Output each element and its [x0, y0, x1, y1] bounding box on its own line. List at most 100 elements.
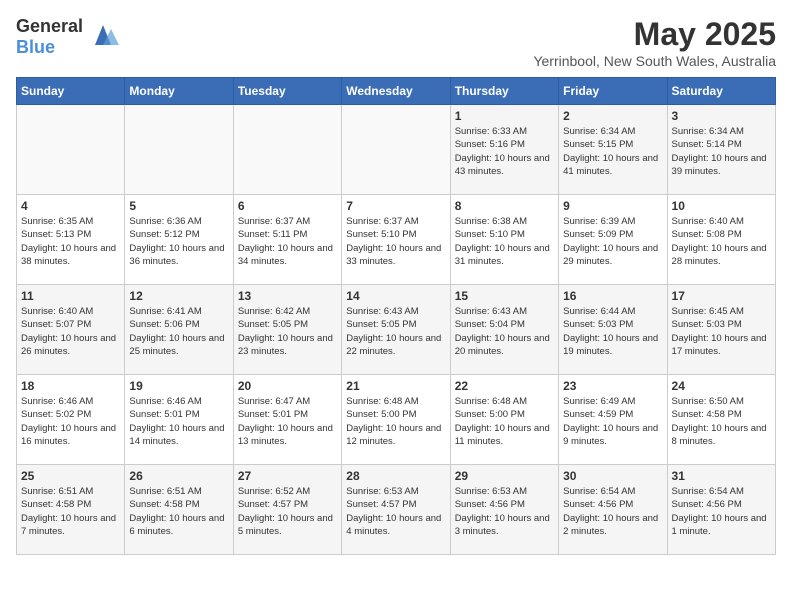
day-number: 31 [672, 469, 771, 483]
calendar-cell: 27 Sunrise: 6:52 AM Sunset: 4:57 PM Dayli… [233, 465, 341, 555]
day-number: 26 [129, 469, 228, 483]
calendar-cell: 8Sunrise: 6:38 AM Sunset: 5:10 PM Daylig… [450, 195, 558, 285]
day-info: Sunrise: 6:54 AM Sunset: 4:56 PM Dayligh… [672, 485, 771, 538]
day-info: Sunrise: 6:42 AM Sunset: 5:05 PM Dayligh… [238, 305, 337, 358]
day-info: Sunrise: 6:40 AM Sunset: 5:08 PM Dayligh… [672, 215, 771, 268]
calendar-cell: 11 Sunrise: 6:40 AM Sunset: 5:07 PM Dayli… [17, 285, 125, 375]
day-number: 16 [563, 289, 662, 303]
calendar-cell: 5Sunrise: 6:36 AM Sunset: 5:12 PM Daylig… [125, 195, 233, 285]
calendar-header: SundayMondayTuesdayWednesdayThursdayFrid… [17, 78, 776, 105]
day-info: Sunrise: 6:36 AM Sunset: 5:12 PM Dayligh… [129, 215, 228, 268]
day-number: 22 [455, 379, 554, 393]
calendar-cell: 22 Sunrise: 6:48 AM Sunset: 5:00 PM Dayli… [450, 375, 558, 465]
day-number: 3 [672, 109, 771, 123]
calendar-cell: 3 Sunrise: 6:34 AM Sunset: 5:14 PM Daylig… [667, 105, 775, 195]
calendar-cell: 29Sunrise: 6:53 AM Sunset: 4:56 PM Dayli… [450, 465, 558, 555]
day-info: Sunrise: 6:48 AM Sunset: 5:00 PM Dayligh… [346, 395, 445, 448]
day-number: 1 [455, 109, 554, 123]
calendar-cell: 19 Sunrise: 6:46 AM Sunset: 5:01 PM Dayli… [125, 375, 233, 465]
day-info: Sunrise: 6:37 AM Sunset: 5:11 PM Dayligh… [238, 215, 337, 268]
calendar-cell: 2Sunrise: 6:34 AM Sunset: 5:15 PM Daylig… [559, 105, 667, 195]
day-number: 2 [563, 109, 662, 123]
calendar-week-5: 25Sunrise: 6:51 AM Sunset: 4:58 PM Dayli… [17, 465, 776, 555]
location-subtitle: Yerrinbool, New South Wales, Australia [533, 53, 776, 69]
day-info: Sunrise: 6:39 AM Sunset: 5:09 PM Dayligh… [563, 215, 662, 268]
day-info: Sunrise: 6:34 AM Sunset: 5:14 PM Dayligh… [672, 125, 771, 178]
logo-text: General Blue [16, 16, 83, 58]
header-tuesday: Tuesday [233, 78, 341, 105]
header-row: SundayMondayTuesdayWednesdayThursdayFrid… [17, 78, 776, 105]
day-number: 9 [563, 199, 662, 213]
day-info: Sunrise: 6:51 AM Sunset: 4:58 PM Dayligh… [21, 485, 120, 538]
header-thursday: Thursday [450, 78, 558, 105]
header-sunday: Sunday [17, 78, 125, 105]
day-info: Sunrise: 6:46 AM Sunset: 5:01 PM Dayligh… [129, 395, 228, 448]
day-number: 7 [346, 199, 445, 213]
day-info: Sunrise: 6:53 AM Sunset: 4:57 PM Dayligh… [346, 485, 445, 538]
day-info: Sunrise: 6:41 AM Sunset: 5:06 PM Dayligh… [129, 305, 228, 358]
day-number: 28 [346, 469, 445, 483]
calendar-cell: 30Sunrise: 6:54 AM Sunset: 4:56 PM Dayli… [559, 465, 667, 555]
calendar-cell: 25Sunrise: 6:51 AM Sunset: 4:58 PM Dayli… [17, 465, 125, 555]
calendar-cell: 31 Sunrise: 6:54 AM Sunset: 4:56 PM Dayli… [667, 465, 775, 555]
day-info: Sunrise: 6:43 AM Sunset: 5:04 PM Dayligh… [455, 305, 554, 358]
logo: General Blue [16, 16, 119, 58]
calendar-cell: 13 Sunrise: 6:42 AM Sunset: 5:05 PM Dayli… [233, 285, 341, 375]
day-info: Sunrise: 6:40 AM Sunset: 5:07 PM Dayligh… [21, 305, 120, 358]
calendar-cell: 10 Sunrise: 6:40 AM Sunset: 5:08 PM Dayli… [667, 195, 775, 285]
day-info: Sunrise: 6:52 AM Sunset: 4:57 PM Dayligh… [238, 485, 337, 538]
header-wednesday: Wednesday [342, 78, 450, 105]
calendar-cell: 9 Sunrise: 6:39 AM Sunset: 5:09 PM Daylig… [559, 195, 667, 285]
calendar-cell: 16 Sunrise: 6:44 AM Sunset: 5:03 PM Dayli… [559, 285, 667, 375]
day-number: 8 [455, 199, 554, 213]
calendar-cell: 28 Sunrise: 6:53 AM Sunset: 4:57 PM Dayli… [342, 465, 450, 555]
day-number: 30 [563, 469, 662, 483]
day-info: Sunrise: 6:47 AM Sunset: 5:01 PM Dayligh… [238, 395, 337, 448]
day-number: 13 [238, 289, 337, 303]
day-info: Sunrise: 6:51 AM Sunset: 4:58 PM Dayligh… [129, 485, 228, 538]
day-info: Sunrise: 6:46 AM Sunset: 5:02 PM Dayligh… [21, 395, 120, 448]
title-block: May 2025 Yerrinbool, New South Wales, Au… [533, 16, 776, 69]
day-number: 23 [563, 379, 662, 393]
day-number: 12 [129, 289, 228, 303]
calendar-cell: 15 Sunrise: 6:43 AM Sunset: 5:04 PM Dayli… [450, 285, 558, 375]
calendar-cell [233, 105, 341, 195]
header-monday: Monday [125, 78, 233, 105]
day-info: Sunrise: 6:44 AM Sunset: 5:03 PM Dayligh… [563, 305, 662, 358]
day-info: Sunrise: 6:45 AM Sunset: 5:03 PM Dayligh… [672, 305, 771, 358]
logo-general: General [16, 16, 83, 36]
day-number: 19 [129, 379, 228, 393]
day-info: Sunrise: 6:50 AM Sunset: 4:58 PM Dayligh… [672, 395, 771, 448]
calendar-cell: 23Sunrise: 6:49 AM Sunset: 4:59 PM Dayli… [559, 375, 667, 465]
calendar-week-3: 11 Sunrise: 6:40 AM Sunset: 5:07 PM Dayli… [17, 285, 776, 375]
header-saturday: Saturday [667, 78, 775, 105]
day-number: 20 [238, 379, 337, 393]
calendar-cell: 26 Sunrise: 6:51 AM Sunset: 4:58 PM Dayli… [125, 465, 233, 555]
calendar-cell: 12 Sunrise: 6:41 AM Sunset: 5:06 PM Dayli… [125, 285, 233, 375]
month-year-title: May 2025 [533, 16, 776, 53]
calendar-cell: 17 Sunrise: 6:45 AM Sunset: 5:03 PM Dayli… [667, 285, 775, 375]
day-info: Sunrise: 6:48 AM Sunset: 5:00 PM Dayligh… [455, 395, 554, 448]
calendar-week-2: 4 Sunrise: 6:35 AM Sunset: 5:13 PM Daylig… [17, 195, 776, 285]
day-info: Sunrise: 6:53 AM Sunset: 4:56 PM Dayligh… [455, 485, 554, 538]
day-number: 4 [21, 199, 120, 213]
day-number: 17 [672, 289, 771, 303]
calendar-cell: 7Sunrise: 6:37 AM Sunset: 5:10 PM Daylig… [342, 195, 450, 285]
day-info: Sunrise: 6:33 AM Sunset: 5:16 PM Dayligh… [455, 125, 554, 178]
day-number: 27 [238, 469, 337, 483]
day-number: 15 [455, 289, 554, 303]
calendar-cell: 21Sunrise: 6:48 AM Sunset: 5:00 PM Dayli… [342, 375, 450, 465]
calendar-cell: 6 Sunrise: 6:37 AM Sunset: 5:11 PM Daylig… [233, 195, 341, 285]
header-friday: Friday [559, 78, 667, 105]
day-number: 24 [672, 379, 771, 393]
day-number: 18 [21, 379, 120, 393]
calendar-week-4: 18 Sunrise: 6:46 AM Sunset: 5:02 PM Dayli… [17, 375, 776, 465]
calendar-cell: 20 Sunrise: 6:47 AM Sunset: 5:01 PM Dayli… [233, 375, 341, 465]
calendar-cell: 18 Sunrise: 6:46 AM Sunset: 5:02 PM Dayli… [17, 375, 125, 465]
calendar-cell [125, 105, 233, 195]
day-number: 10 [672, 199, 771, 213]
calendar-cell: 14Sunrise: 6:43 AM Sunset: 5:05 PM Dayli… [342, 285, 450, 375]
day-number: 11 [21, 289, 120, 303]
day-info: Sunrise: 6:35 AM Sunset: 5:13 PM Dayligh… [21, 215, 120, 268]
day-number: 6 [238, 199, 337, 213]
